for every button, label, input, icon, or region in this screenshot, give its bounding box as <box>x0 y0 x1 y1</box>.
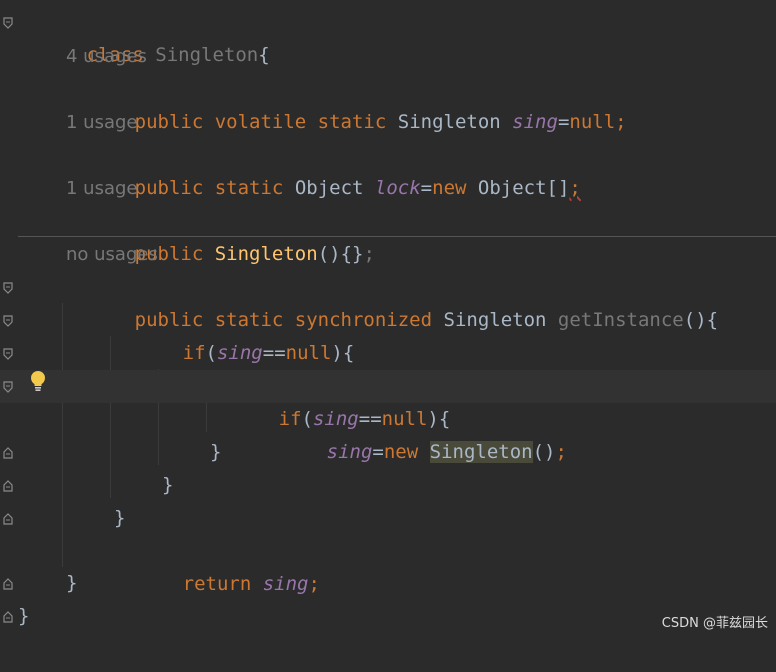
code-line[interactable]: } <box>0 502 776 535</box>
inlay-hint-line: no usages <box>0 238 776 271</box>
code-line[interactable]: } <box>0 469 776 502</box>
code-line[interactable]: } <box>0 436 776 469</box>
brace: } <box>114 507 126 529</box>
fold-close-icon[interactable] <box>3 578 13 590</box>
fold-open-icon[interactable] <box>3 348 13 360</box>
fold-close-icon[interactable] <box>3 480 13 492</box>
code-line[interactable]: return sing; <box>0 535 776 595</box>
brace: } <box>210 441 222 463</box>
code-line[interactable]: sing=new Singleton(); <box>0 403 776 463</box>
fold-close-icon[interactable] <box>3 513 13 525</box>
code-line-current[interactable]: if(sing==null){ <box>0 370 776 430</box>
inlay-hint-line: 1 usage <box>0 172 776 205</box>
usages-hint[interactable]: 1 usage <box>66 106 138 139</box>
code-line[interactable]: } <box>0 567 776 600</box>
brace: } <box>162 474 174 496</box>
code-line[interactable]: } <box>0 600 776 633</box>
code-line[interactable]: public static Object lock=new Object[]; <box>0 139 776 199</box>
code-line[interactable]: public Singleton(){}; <box>0 205 776 265</box>
fold-close-icon[interactable] <box>3 611 13 623</box>
code-line[interactable]: public static synchronized Singleton get… <box>0 271 776 331</box>
intention-bulb-icon[interactable] <box>29 370 47 392</box>
code-line[interactable]: public volatile static Singleton sing=nu… <box>0 73 776 133</box>
fold-open-icon[interactable] <box>3 17 13 29</box>
code-editor[interactable]: class Singleton{ 4 usages public volatil… <box>0 0 776 637</box>
usages-hint[interactable]: no usages <box>66 238 158 271</box>
usages-hint[interactable]: 1 usage <box>66 172 138 205</box>
fold-open-icon[interactable] <box>3 381 13 393</box>
inlay-hint-line: 4 usages <box>0 40 776 73</box>
usages-hint[interactable]: 4 usages <box>66 40 147 73</box>
code-line[interactable]: class Singleton{ <box>0 6 776 66</box>
code-line[interactable]: if(sing==null){ <box>0 304 776 364</box>
method-separator <box>18 236 776 237</box>
watermark: CSDN @菲兹园长 <box>661 616 768 631</box>
fold-open-icon[interactable] <box>3 282 13 294</box>
fold-close-icon[interactable] <box>3 447 13 459</box>
brace: } <box>18 605 30 627</box>
fold-open-icon[interactable] <box>3 315 13 327</box>
inlay-hint-line: 1 usage <box>0 106 776 139</box>
brace: } <box>66 572 78 594</box>
code-line[interactable]: synchronized (lock){ <box>0 337 776 397</box>
